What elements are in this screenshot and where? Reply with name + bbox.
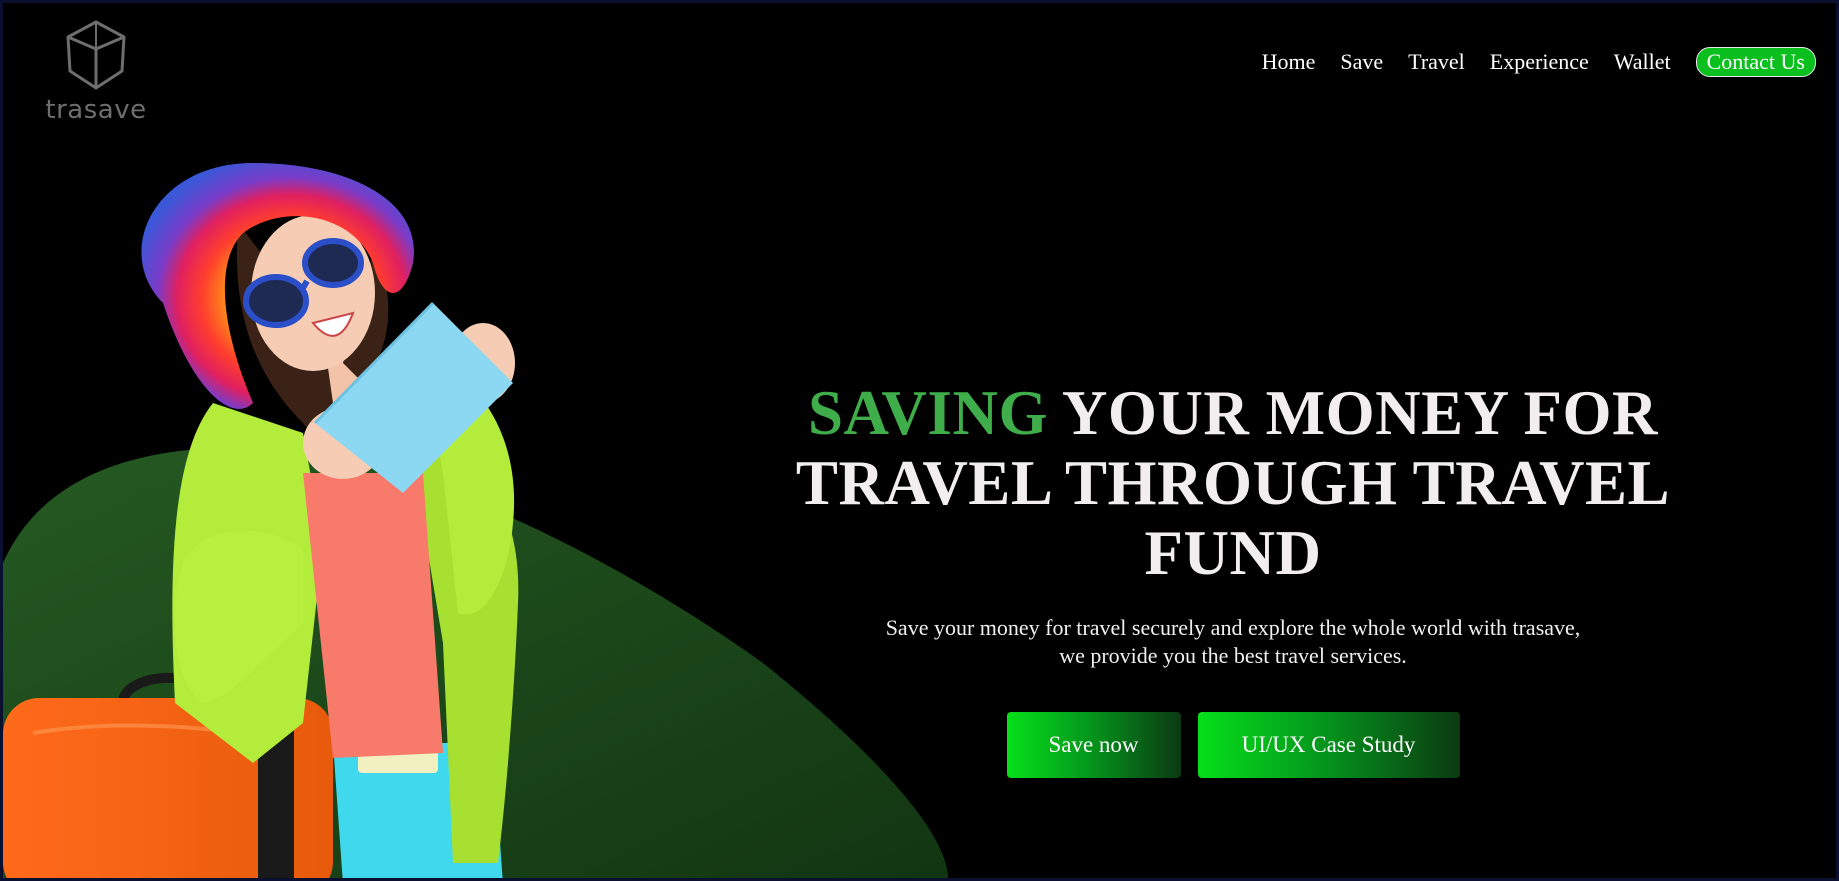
- brand-name: trasave: [45, 95, 147, 125]
- save-now-button[interactable]: Save now: [1006, 712, 1181, 778]
- hero-subtext: Save your money for travel securely and …: [793, 614, 1673, 670]
- case-study-button[interactable]: UI/UX Case Study: [1197, 712, 1460, 778]
- main-nav: Home Save Travel Experience Wallet Conta…: [1237, 47, 1816, 77]
- headline-line3: FUND: [1144, 518, 1322, 588]
- contact-us-button[interactable]: Contact Us: [1695, 47, 1816, 77]
- nav-item-experience[interactable]: Experience: [1490, 49, 1589, 75]
- nav-item-travel[interactable]: Travel: [1408, 49, 1465, 75]
- nav-item-save[interactable]: Save: [1340, 49, 1383, 75]
- hero-headline: SAVING YOUR MONEY FOR TRAVEL THROUGH TRA…: [793, 378, 1673, 588]
- subtext-line1: Save your money for travel securely and …: [885, 615, 1581, 640]
- nav-item-home[interactable]: Home: [1262, 49, 1316, 75]
- brand-logo[interactable]: trasave: [41, 19, 151, 127]
- headline-line1: YOUR MONEY FOR: [1047, 378, 1658, 448]
- cta-row: Save now UI/UX Case Study: [793, 712, 1673, 778]
- nav-item-wallet[interactable]: Wallet: [1614, 49, 1671, 75]
- subtext-line2: we provide you the best travel services.: [1059, 643, 1407, 668]
- cube-icon: [66, 20, 126, 90]
- headline-accent: SAVING: [808, 378, 1048, 448]
- hero-section: SAVING YOUR MONEY FOR TRAVEL THROUGH TRA…: [793, 378, 1673, 778]
- page-frame: trasave Home Save Travel Experience Wall…: [0, 0, 1839, 881]
- headline-line2: TRAVEL THROUGH TRAVEL: [795, 448, 1671, 518]
